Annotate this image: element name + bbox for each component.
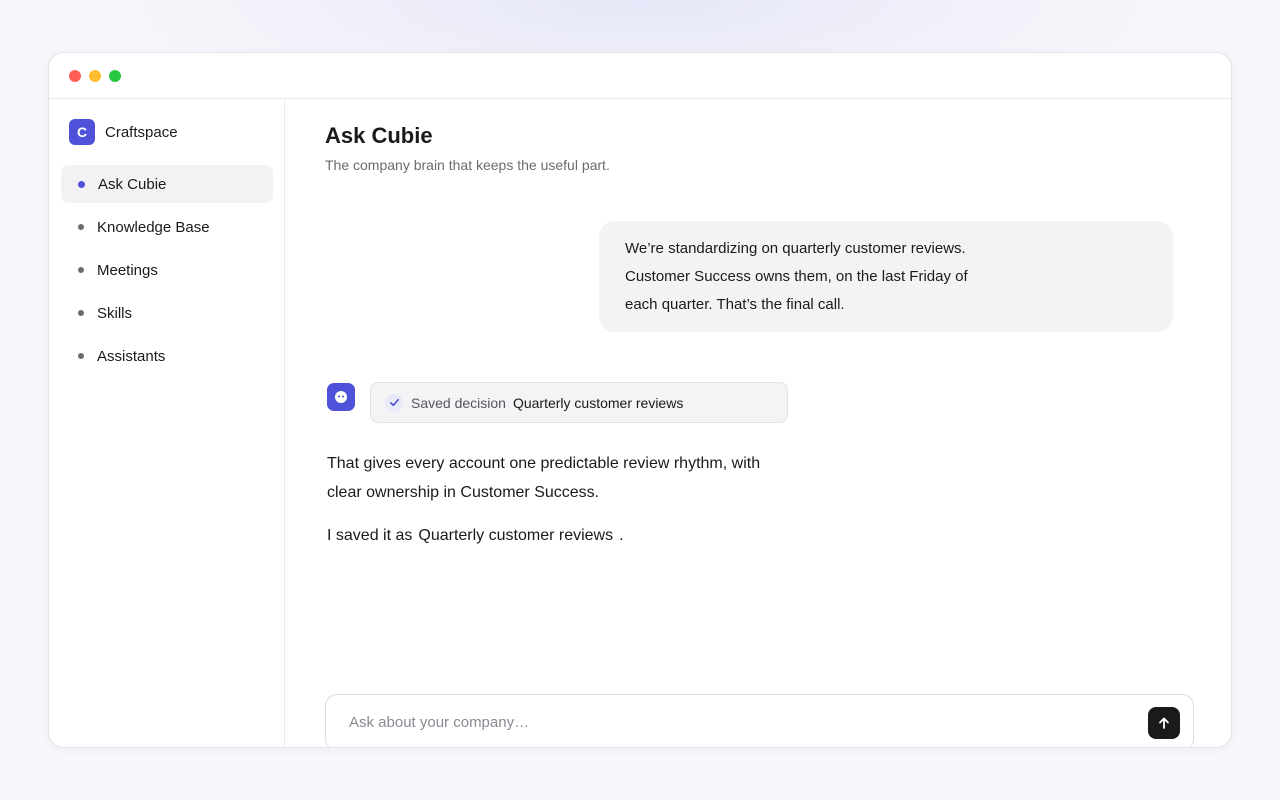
ask-input[interactable] [326,695,1126,747]
title-bar [49,53,1231,99]
user-message-bubble: We’re standardizing on quarterly custome… [599,221,1173,332]
brand-logo: C [69,119,95,145]
sidebar-item-label: Assistants [97,347,166,365]
assistant-message: That gives every account one predictable… [327,449,767,550]
saved-suffix: . [619,527,624,544]
send-button[interactable] [1148,707,1180,739]
sidebar-item-label: Skills [97,304,133,322]
sidebar: C Craftspace Ask Cubie Knowledge Base Me… [49,99,285,747]
page-title: Ask Cubie [325,123,433,148]
composer [325,694,1194,747]
bullet-icon [78,180,85,188]
sidebar-item-label: Knowledge Base [97,218,210,236]
saved-decision-chip[interactable]: Saved decision Quarterly customer review… [370,382,788,423]
minimize-window-button[interactable] [89,70,101,82]
decision-reference-link[interactable]: Quarterly customer reviews [418,527,613,544]
brand[interactable]: C Craftspace [69,119,178,145]
saved-prefix: I saved it as [327,527,413,544]
maximize-window-button[interactable] [109,70,121,82]
sidebar-item-ask-cubie[interactable]: Ask Cubie [61,165,273,203]
sidebar-item-label: Meetings [97,261,158,279]
user-message-text: We’re standardizing on quarterly custome… [625,240,968,313]
assistant-saved-paragraph: I saved it as Quarterly customer reviews. [327,521,767,550]
bullet-icon [78,224,84,230]
bot-face-icon [327,383,355,411]
brand-name: Craftspace [105,123,178,141]
main-panel: Ask Cubie The company brain that keeps t… [285,99,1231,747]
sidebar-item-meetings[interactable]: Meetings [61,251,273,289]
chip-value: Quarterly customer reviews [512,394,684,411]
sidebar-item-skills[interactable]: Skills [61,294,273,332]
arrow-up-icon [1159,717,1169,729]
bullet-icon [78,310,84,316]
close-window-button[interactable] [69,70,81,82]
bullet-icon [78,267,84,273]
sidebar-item-label: Ask Cubie [98,175,167,193]
bullet-icon [78,353,84,359]
assistant-reply-paragraph: That gives every account one predictable… [327,455,761,501]
check-icon [385,393,403,412]
app-window: C Craftspace Ask Cubie Knowledge Base Me… [48,52,1232,748]
sidebar-item-knowledge-base[interactable]: Knowledge Base [61,208,273,246]
sidebar-nav: Ask Cubie Knowledge Base Meetings Skills… [61,165,273,380]
chip-label: Saved decision [411,394,506,411]
page-subtitle: The company brain that keeps the useful … [325,157,610,173]
sidebar-item-assistants[interactable]: Assistants [61,337,273,375]
